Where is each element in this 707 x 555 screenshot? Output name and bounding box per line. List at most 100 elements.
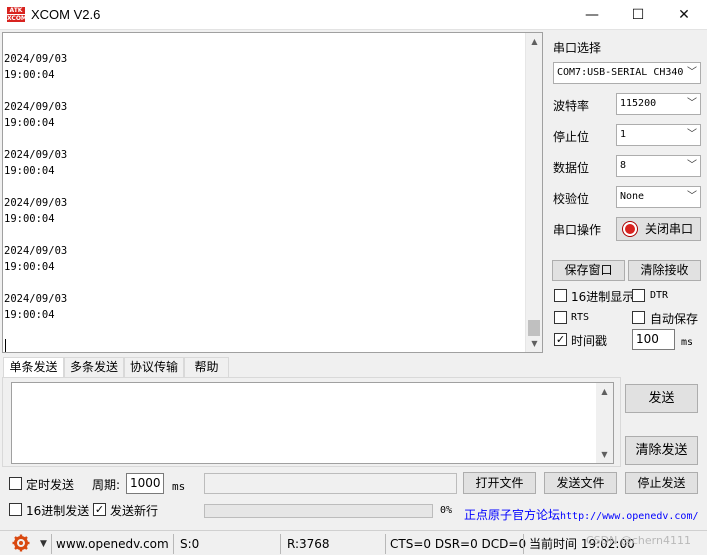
menu-dropdown-icon[interactable]: ▼ bbox=[40, 535, 47, 553]
receive-line: 19:00:04 bbox=[4, 213, 55, 225]
line-status: CTS=0 DSR=0 DCD=0 bbox=[390, 537, 527, 551]
scroll-down-icon[interactable]: ▼ bbox=[526, 335, 542, 352]
logo-text-top: ATK bbox=[7, 7, 25, 14]
app-logo-icon: ATK XCOM bbox=[7, 7, 25, 23]
receive-line: 2024/09/03 bbox=[4, 53, 68, 65]
timestamp-label: 时间戳 bbox=[571, 334, 608, 348]
receive-line: 19:00:04 bbox=[4, 69, 55, 81]
tab-protocol[interactable]: 协议传输 bbox=[124, 357, 184, 377]
port-op-label: 串口操作 bbox=[553, 223, 602, 237]
rts-label: RTS bbox=[571, 312, 590, 323]
receive-line: 2024/09/03 bbox=[4, 245, 68, 257]
hex-send-label: 16进制发送 bbox=[26, 504, 90, 518]
minimize-button[interactable]: — bbox=[569, 0, 615, 30]
data-bits-value: 8 bbox=[620, 160, 627, 171]
dtr-label: DTR bbox=[650, 290, 669, 301]
baud-select[interactable]: 115200 ﹀ bbox=[616, 93, 701, 115]
rts-checkbox[interactable] bbox=[554, 311, 567, 324]
port-select-value: COM7:USB-SERIAL CH340 bbox=[557, 67, 684, 78]
clear-send-button[interactable]: 清除发送 bbox=[625, 436, 698, 465]
timestamp-checkbox[interactable]: ✓ bbox=[554, 333, 567, 346]
title-bar: ATK XCOM XCOM V2.6 — ☐ ✕ bbox=[0, 0, 707, 30]
chevron-down-icon: ﹀ bbox=[687, 160, 697, 171]
receive-line: 19:00:04 bbox=[4, 117, 55, 129]
forum-link-url: http://www.openedv.com/ bbox=[560, 511, 699, 522]
receive-line: 19:00:04 bbox=[4, 165, 55, 177]
parity-select[interactable]: None ﹀ bbox=[616, 186, 701, 208]
send-newline-label: 发送新行 bbox=[110, 504, 159, 518]
send-panel: ▲ ▼ bbox=[2, 377, 621, 467]
send-button[interactable]: 发送 bbox=[625, 384, 698, 413]
stop-bits-value: 1 bbox=[620, 129, 627, 140]
chevron-down-icon: ﹀ bbox=[687, 67, 697, 78]
gear-icon[interactable] bbox=[12, 534, 30, 552]
parity-label: 校验位 bbox=[553, 192, 590, 206]
receive-line: 2024/09/03 bbox=[4, 293, 68, 305]
stop-bits-select[interactable]: 1 ﹀ bbox=[616, 124, 701, 146]
parity-value: None bbox=[620, 191, 645, 202]
port-label: 串口选择 bbox=[553, 41, 602, 55]
timestamp-unit: ms bbox=[681, 337, 694, 348]
logo-text-bottom: XCOM bbox=[7, 15, 25, 22]
scroll-up-icon[interactable]: ▲ bbox=[526, 33, 542, 50]
chevron-down-icon: ﹀ bbox=[687, 191, 697, 202]
baud-label: 波特率 bbox=[553, 99, 590, 113]
sent-count: S:0 bbox=[180, 537, 200, 551]
progress-percent: 0% bbox=[440, 505, 453, 516]
send-newline-checkbox[interactable]: ✓ bbox=[93, 503, 106, 516]
receive-lines: 2024/09/03 19:00:04 2024/09/03 19:00:04 … bbox=[4, 51, 67, 323]
port-select[interactable]: COM7:USB-SERIAL CH340 ﹀ bbox=[553, 62, 701, 84]
save-window-button[interactable]: 保存窗口 bbox=[552, 260, 625, 281]
window-title: XCOM V2.6 bbox=[31, 7, 101, 22]
maximize-button[interactable]: ☐ bbox=[615, 0, 661, 30]
chevron-down-icon: ﹀ bbox=[687, 129, 697, 140]
watermark: CSDN @chern4111 bbox=[586, 534, 691, 547]
timestamp-input[interactable]: 100 bbox=[632, 329, 675, 350]
timed-send-checkbox[interactable] bbox=[9, 477, 22, 490]
tab-help[interactable]: 帮助 bbox=[184, 357, 229, 377]
auto-save-label: 自动保存 bbox=[650, 312, 699, 326]
receive-line: 2024/09/03 bbox=[4, 101, 68, 113]
received-count: R:3768 bbox=[287, 537, 330, 551]
timed-send-label: 定时发送 bbox=[26, 478, 75, 492]
receive-line: 2024/09/03 bbox=[4, 197, 68, 209]
receive-line: 2024/09/03 bbox=[4, 149, 68, 161]
period-label: 周期: bbox=[92, 478, 121, 492]
auto-save-checkbox[interactable] bbox=[632, 311, 645, 324]
port-status-icon bbox=[623, 222, 637, 236]
send-textbox[interactable]: ▲ ▼ bbox=[11, 382, 614, 464]
scroll-down-icon[interactable]: ▼ bbox=[596, 450, 613, 459]
baud-select-value: 115200 bbox=[620, 98, 657, 109]
clear-receive-button[interactable]: 清除接收 bbox=[628, 260, 701, 281]
file-path-field[interactable] bbox=[204, 473, 457, 494]
scroll-up-icon[interactable]: ▲ bbox=[596, 387, 613, 396]
website-label[interactable]: www.openedv.com bbox=[56, 535, 169, 553]
tab-multi-send[interactable]: 多条发送 bbox=[64, 357, 124, 377]
data-bits-label: 数据位 bbox=[553, 161, 590, 175]
send-scrollbar[interactable]: ▲ ▼ bbox=[596, 383, 613, 463]
stop-bits-label: 停止位 bbox=[553, 130, 590, 144]
forum-link[interactable]: 正点原子官方论坛http://www.openedv.com/ bbox=[464, 506, 699, 523]
hex-send-checkbox[interactable] bbox=[9, 503, 22, 516]
receive-textbox[interactable]: 2024/09/03 19:00:04 2024/09/03 19:00:04 … bbox=[2, 32, 543, 353]
receive-line: 19:00:04 bbox=[4, 309, 55, 321]
dtr-checkbox[interactable] bbox=[632, 289, 645, 302]
forum-link-label: 正点原子官方论坛 bbox=[464, 508, 561, 522]
send-file-button[interactable]: 发送文件 bbox=[544, 472, 617, 494]
scroll-thumb[interactable] bbox=[528, 320, 540, 336]
period-unit: ms bbox=[172, 480, 186, 493]
hex-display-label: 16进制显示 bbox=[571, 290, 635, 304]
receive-scrollbar[interactable]: ▲ ▼ bbox=[525, 33, 542, 352]
tab-single-send[interactable]: 单条发送 bbox=[3, 357, 64, 378]
send-progress-bar bbox=[204, 504, 433, 518]
hex-display-checkbox[interactable] bbox=[554, 289, 567, 302]
stop-send-button[interactable]: 停止发送 bbox=[625, 472, 698, 494]
close-port-label: 关闭串口 bbox=[645, 222, 694, 236]
period-input[interactable]: 1000 bbox=[126, 473, 164, 494]
close-button[interactable]: ✕ bbox=[661, 0, 707, 30]
close-port-button[interactable]: 关闭串口 bbox=[616, 217, 701, 241]
open-file-button[interactable]: 打开文件 bbox=[463, 472, 536, 494]
data-bits-select[interactable]: 8 ﹀ bbox=[616, 155, 701, 177]
text-caret bbox=[5, 339, 6, 352]
receive-line: 19:00:04 bbox=[4, 261, 55, 273]
